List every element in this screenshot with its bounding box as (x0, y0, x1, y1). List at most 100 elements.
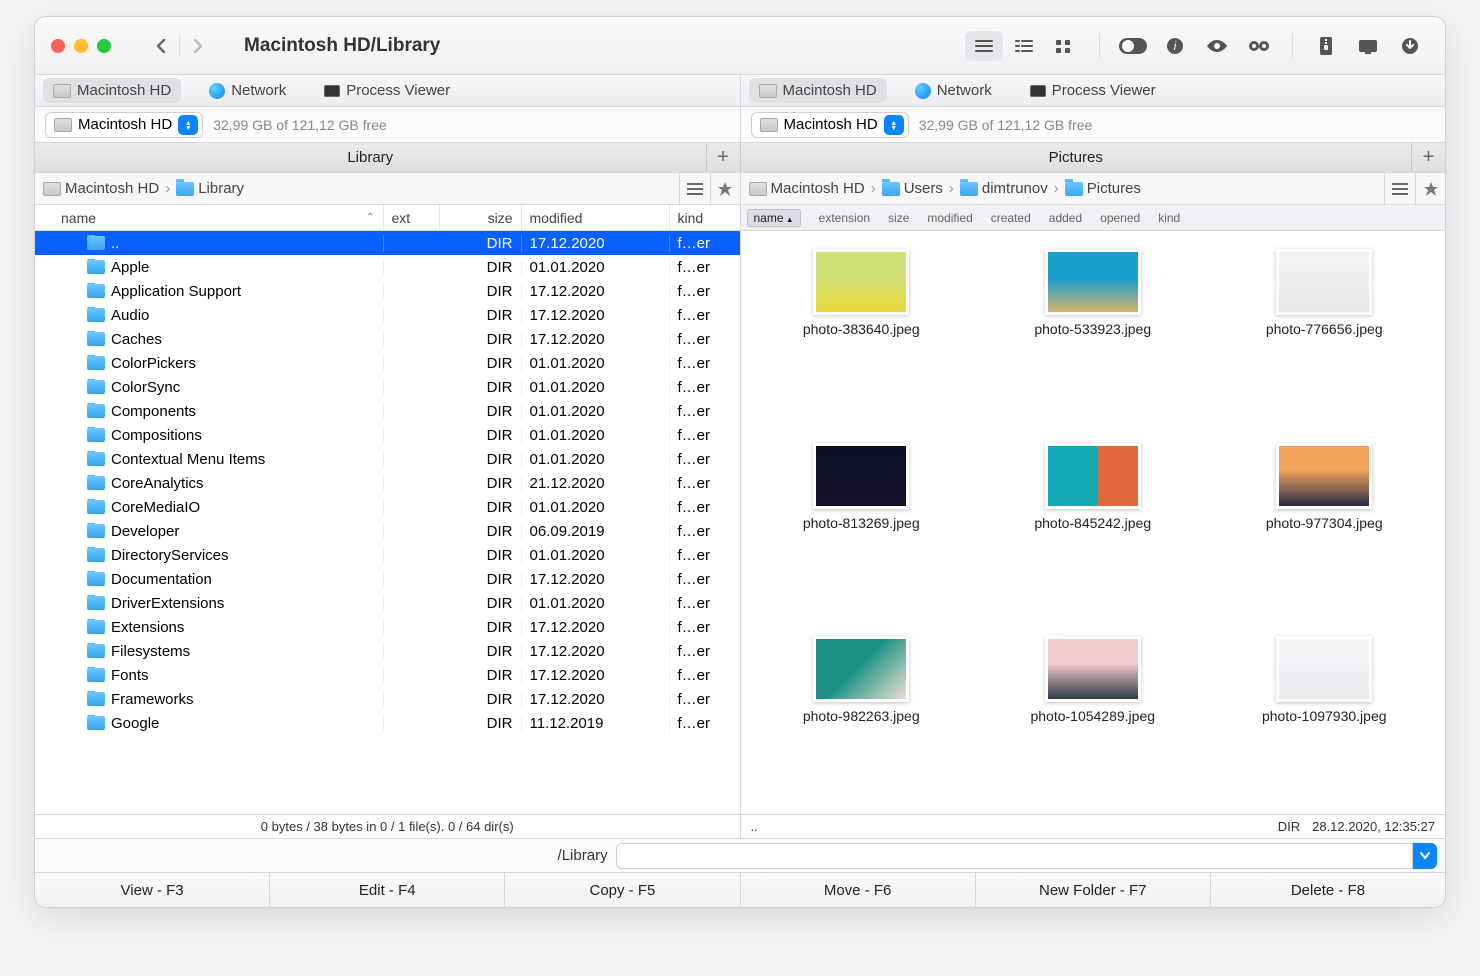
table-row[interactable]: DeveloperDIR06.09.2019f…er (35, 519, 740, 543)
table-row[interactable]: CompositionsDIR01.01.2020f…er (35, 423, 740, 447)
crumb-macintosh-hd[interactable]: Macintosh HD (749, 180, 865, 197)
table-row[interactable]: FrameworksDIR17.12.2020f…er (35, 687, 740, 711)
pane-left: name⌃ ext size modified kind ..DIR17.12.… (35, 205, 740, 814)
fkey-edit[interactable]: Edit - F4 (269, 873, 504, 907)
list-mode-icon[interactable] (680, 173, 710, 205)
monitor-icon (324, 85, 340, 97)
table-row[interactable]: Application SupportDIR17.12.2020f…er (35, 279, 740, 303)
view-columns-button[interactable] (1005, 31, 1043, 61)
download-button[interactable] (1391, 31, 1429, 61)
fkey-view[interactable]: View - F3 (35, 873, 269, 907)
tab-macintosh-hd[interactable]: Macintosh HD (43, 78, 181, 103)
thumbnail[interactable]: photo-383640.jpeg (751, 249, 973, 409)
tab-network[interactable]: Network (905, 78, 1002, 103)
search-button[interactable] (1240, 31, 1278, 61)
thumbnail[interactable]: photo-977304.jpeg (1214, 443, 1436, 603)
table-row[interactable]: ColorSyncDIR01.01.2020f…er (35, 375, 740, 399)
crumb-dimtrunov[interactable]: dimtrunov (960, 180, 1048, 197)
tab-process-viewer[interactable]: Process Viewer (1020, 78, 1166, 103)
add-tab-right-button[interactable]: + (1411, 143, 1445, 172)
col-name[interactable]: name (747, 209, 801, 227)
fkey-copy[interactable]: Copy - F5 (504, 873, 739, 907)
share-button[interactable] (1349, 31, 1387, 61)
table-row[interactable]: DocumentationDIR17.12.2020f…er (35, 567, 740, 591)
add-tab-left-button[interactable]: + (706, 143, 740, 172)
forward-button[interactable] (180, 32, 216, 60)
thumbnail[interactable]: photo-982263.jpeg (751, 636, 973, 796)
info-button[interactable]: i (1156, 31, 1194, 61)
back-button[interactable] (143, 32, 179, 60)
col-modified[interactable]: modified (522, 205, 670, 230)
file-kind: f…er (670, 259, 740, 276)
thumbnail[interactable]: photo-533923.jpeg (982, 249, 1204, 409)
crumb-users[interactable]: Users (882, 180, 943, 197)
col-opened[interactable]: opened (1100, 211, 1140, 225)
col-modified[interactable]: modified (927, 211, 972, 225)
crumb-macintosh-hd[interactable]: Macintosh HD (43, 180, 159, 197)
table-row[interactable]: FilesystemsDIR17.12.2020f…er (35, 639, 740, 663)
col-size[interactable]: size (888, 211, 909, 225)
thumbnail[interactable]: photo-813269.jpeg (751, 443, 973, 603)
col-added[interactable]: added (1049, 211, 1082, 225)
col-ext[interactable]: ext (384, 205, 440, 230)
view-list-button[interactable] (965, 31, 1003, 61)
table-row[interactable]: ..DIR17.12.2020f…er (35, 231, 740, 255)
maximize-icon[interactable] (97, 39, 111, 53)
thumbnail[interactable]: photo-845242.jpeg (982, 443, 1204, 603)
table-row[interactable]: FontsDIR17.12.2020f…er (35, 663, 740, 687)
chevron-updown-icon: ▴▾ (178, 115, 198, 135)
thumbnail[interactable]: photo-1097930.jpeg (1214, 636, 1436, 796)
table-row[interactable]: GoogleDIR11.12.2019f…er (35, 711, 740, 735)
crumb-pictures[interactable]: Pictures (1065, 180, 1141, 197)
path-input[interactable] (616, 843, 1413, 869)
table-row[interactable]: CoreAnalyticsDIR21.12.2020f…er (35, 471, 740, 495)
fkey-new[interactable]: New Folder - F7 (975, 873, 1210, 907)
col-name[interactable]: name⌃ (35, 205, 384, 230)
col-kind[interactable]: kind (670, 205, 740, 230)
icon-grid-right[interactable]: photo-383640.jpegphoto-533923.jpegphoto-… (741, 231, 1446, 814)
toggle-hidden-button[interactable] (1114, 31, 1152, 61)
tab-process-viewer[interactable]: Process Viewer (314, 78, 460, 103)
close-icon[interactable] (51, 39, 65, 53)
table-row[interactable]: ColorPickersDIR01.01.2020f…er (35, 351, 740, 375)
table-row[interactable]: DirectoryServicesDIR01.01.2020f…er (35, 543, 740, 567)
table-row[interactable]: Contextual Menu ItemsDIR01.01.2020f…er (35, 447, 740, 471)
volume-free-right: 32,99 GB of 121,12 GB free (919, 117, 1093, 133)
crumb-library[interactable]: Library (176, 180, 244, 197)
volume-name: Macintosh HD (784, 116, 878, 133)
archive-button[interactable] (1307, 31, 1345, 61)
list-mode-icon[interactable] (1385, 173, 1415, 205)
file-size: DIR (440, 235, 522, 252)
table-row[interactable]: CachesDIR17.12.2020f…er (35, 327, 740, 351)
fkey-move[interactable]: Move - F6 (740, 873, 975, 907)
table-row[interactable]: ComponentsDIR01.01.2020f…er (35, 399, 740, 423)
thumbnail[interactable]: photo-776656.jpeg (1214, 249, 1436, 409)
volume-picker-right[interactable]: Macintosh HD ▴▾ (751, 112, 909, 138)
table-row[interactable]: AudioDIR17.12.2020f…er (35, 303, 740, 327)
tab-macintosh-hd[interactable]: Macintosh HD (749, 78, 887, 103)
col-created[interactable]: created (991, 211, 1031, 225)
path-dropdown-button[interactable] (1413, 843, 1437, 869)
minimize-icon[interactable] (74, 39, 88, 53)
table-row[interactable]: AppleDIR01.01.2020f…er (35, 255, 740, 279)
favorite-icon[interactable] (1415, 173, 1445, 205)
volume-free-left: 32,99 GB of 121,12 GB free (213, 117, 387, 133)
file-size: DIR (440, 571, 522, 588)
col-extension[interactable]: extension (819, 211, 870, 225)
globe-icon (915, 83, 931, 99)
fkey-delete[interactable]: Delete - F8 (1210, 873, 1445, 907)
file-list-left[interactable]: ..DIR17.12.2020f…erAppleDIR01.01.2020f…e… (35, 231, 740, 814)
col-size[interactable]: size (440, 205, 522, 230)
tab-network[interactable]: Network (199, 78, 296, 103)
view-icons-button[interactable] (1045, 31, 1083, 61)
col-kind[interactable]: kind (1158, 211, 1180, 225)
preview-button[interactable] (1198, 31, 1236, 61)
favorite-icon[interactable] (710, 173, 740, 205)
folder-icon (176, 182, 194, 196)
thumbnail[interactable]: photo-1054289.jpeg (982, 636, 1204, 796)
volume-picker-left[interactable]: Macintosh HD ▴▾ (45, 112, 203, 138)
table-row[interactable]: CoreMediaIODIR01.01.2020f…er (35, 495, 740, 519)
volume-right: Macintosh HD ▴▾ 32,99 GB of 121,12 GB fr… (740, 107, 1446, 142)
table-row[interactable]: ExtensionsDIR17.12.2020f…er (35, 615, 740, 639)
table-row[interactable]: DriverExtensionsDIR01.01.2020f…er (35, 591, 740, 615)
